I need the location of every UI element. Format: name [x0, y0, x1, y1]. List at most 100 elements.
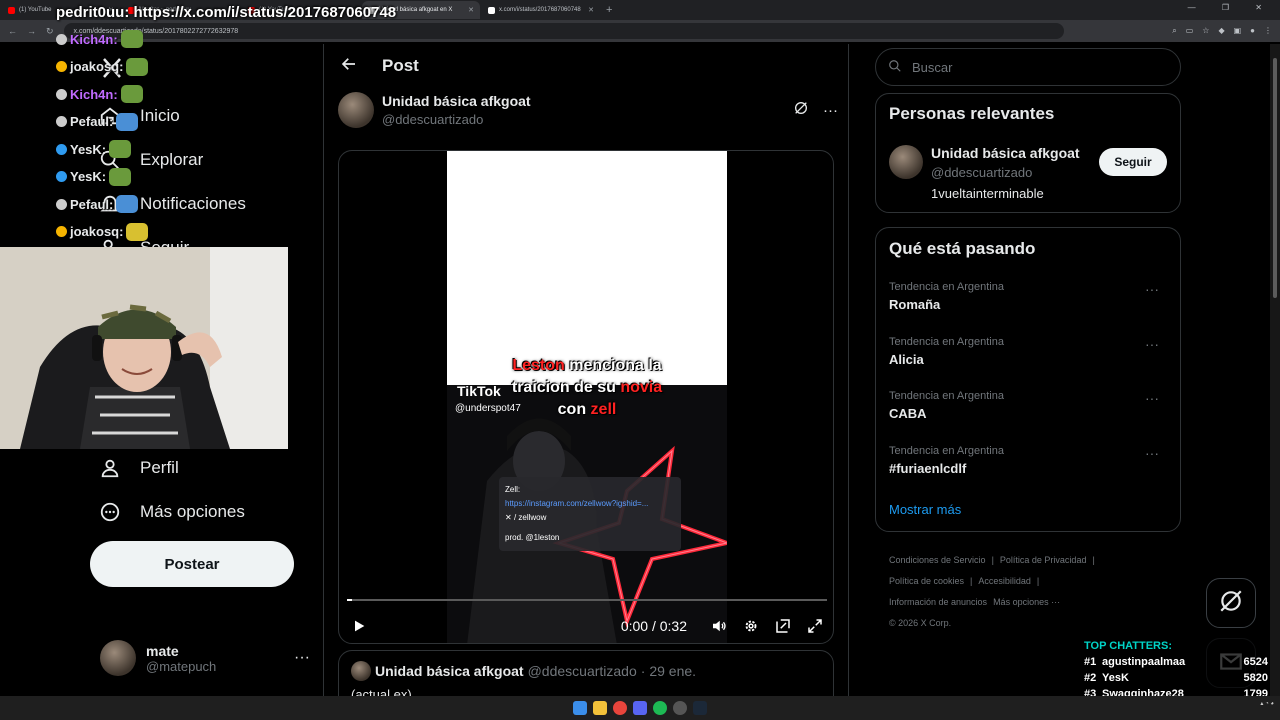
new-tab-button[interactable]: + [606, 4, 612, 16]
reload-icon[interactable]: ↻ [46, 26, 54, 37]
author-avatar[interactable] [338, 92, 374, 128]
x-small-icon: ✕ [505, 513, 514, 522]
column-divider-left [323, 44, 324, 696]
settings-gear-icon[interactable] [739, 614, 763, 638]
tray-icons[interactable]: ▴ ◔ ◕ [1260, 700, 1274, 708]
chat-badge-icon [56, 226, 67, 237]
chat-emote-icon [120, 85, 143, 103]
nav-item-perfil[interactable]: Perfil [98, 456, 179, 480]
video-controls: 0:00 / 0:32 [347, 613, 827, 639]
chat-message: Kich4n: [56, 30, 143, 48]
footer-more-link[interactable]: Más opciones ··· [993, 597, 1060, 607]
chat-badge-icon [56, 88, 67, 100]
page-scrollbar[interactable] [1270, 44, 1280, 696]
chat-badge-icon [56, 61, 67, 72]
trend-item[interactable]: Tendencia en Argentina Romaña ··· [889, 281, 1167, 331]
grok-icon [1218, 588, 1244, 619]
grok-button[interactable] [1206, 578, 1256, 628]
chat-emote-icon [120, 30, 143, 48]
trend-item[interactable]: Tendencia en Argentina CABA ··· [889, 390, 1167, 440]
quote-avatar [351, 661, 371, 681]
show-more-link[interactable]: Mostrar más [889, 502, 961, 517]
post-button[interactable]: Postear [90, 541, 294, 587]
window-controls[interactable]: — ❐ ✕ [1188, 3, 1274, 12]
menu-icon[interactable]: ⋮ [1264, 26, 1272, 36]
zoom-icon[interactable]: ⌕ [1172, 26, 1176, 36]
trend-more-icon[interactable]: ··· [1145, 390, 1159, 406]
discord-icon[interactable] [633, 701, 647, 715]
chat-emote-icon [116, 112, 139, 131]
volume-icon[interactable] [707, 614, 731, 638]
privacy-link[interactable]: Política de Privacidad [1000, 555, 1087, 565]
video-white-panel [447, 151, 727, 385]
chat-emote-icon [109, 140, 132, 158]
post-more-icon[interactable]: ··· [823, 102, 838, 119]
steam-icon[interactable] [693, 701, 707, 715]
trend-more-icon[interactable]: ··· [1145, 336, 1159, 352]
follow-button[interactable]: Seguir [1099, 148, 1167, 176]
page-title: Post [382, 56, 419, 75]
screen: (1) YouTube ✕ Monitor ~ pedrit0uu ✕ (1) Yo… [0, 0, 1280, 720]
picture-in-picture-icon[interactable] [771, 614, 795, 638]
chat-message: joakosq: [56, 222, 149, 241]
video-player[interactable]: Leston menciona la traicion de su novia … [338, 150, 834, 644]
webcam-feed [0, 247, 288, 449]
account-switcher[interactable]: mate @matepuch ··· [100, 638, 310, 678]
back-arrow-icon[interactable] [340, 55, 358, 78]
trend-more-icon[interactable]: ··· [1145, 445, 1159, 461]
chat-badge-icon [56, 116, 67, 127]
close-icon[interactable]: ✕ [468, 6, 474, 14]
address-bar[interactable]: x.com/ddescuartizado/status/201780227277… [63, 23, 1064, 39]
search-input[interactable]: Buscar [875, 48, 1181, 86]
chat-message: Kich4n: [56, 85, 143, 103]
video-progress-bar[interactable] [347, 599, 827, 601]
file-explorer-icon[interactable] [593, 701, 607, 715]
star-icon[interactable]: ☆ [1202, 26, 1209, 36]
chrome-icon[interactable] [613, 701, 627, 715]
footer-links: Condiciones de Servicio | Política de Priv… [889, 555, 1095, 628]
account-more-icon[interactable]: ··· [294, 649, 310, 667]
account-name: mate [146, 642, 179, 659]
chat-emote-icon [126, 222, 149, 241]
cookies-link[interactable]: Política de cookies [889, 576, 964, 586]
obs-icon[interactable] [673, 701, 687, 715]
spotify-icon[interactable] [653, 701, 667, 715]
extension-icon[interactable]: ◆ [1218, 26, 1224, 36]
column-divider-right [848, 44, 849, 696]
browser-tab-5[interactable]: x.com/i/status/2017687060748 ✕ [482, 1, 600, 19]
more-icon [98, 500, 122, 524]
profile-avatar-icon[interactable]: ● [1250, 26, 1255, 36]
terms-link[interactable]: Condiciones de Servicio [889, 555, 986, 565]
trend-item[interactable]: Tendencia en Argentina Alicia ··· [889, 336, 1167, 386]
scrollbar-thumb[interactable] [1273, 58, 1277, 298]
close-icon[interactable]: ✕ [588, 6, 594, 14]
relevant-person-avatar [889, 145, 923, 179]
author-handle[interactable]: @ddescuartizado [382, 112, 531, 127]
avatar [100, 640, 136, 676]
top-chatter-row: #2 YesK 5820 [1084, 672, 1268, 684]
streamer-image [0, 247, 288, 449]
top-chatter-row: #1 agustinpaalmaa 6524 [1084, 656, 1268, 668]
trend-item[interactable]: Tendencia en Argentina #furiaenlcdlf ··· [889, 445, 1167, 495]
chat-emote-icon [109, 167, 132, 186]
windows-start-icon[interactable] [573, 701, 587, 715]
trend-more-icon[interactable]: ··· [1145, 281, 1159, 297]
play-icon[interactable] [347, 614, 371, 638]
search-placeholder: Buscar [912, 59, 953, 75]
ads-info-link[interactable]: Información de anuncios [889, 597, 987, 607]
grok-icon[interactable] [793, 100, 809, 121]
cast-icon[interactable]: ▭ [1186, 26, 1194, 36]
back-arrow-icon[interactable]: ← [8, 26, 17, 36]
chat-badge-icon [56, 171, 67, 182]
os-taskbar: ▴ ◔ ◕ [0, 696, 1280, 720]
forward-arrow-icon[interactable]: → [27, 26, 36, 36]
stream-url-overlay: pedrit0uu: https://x.com/i/status/201768… [56, 4, 397, 21]
tiktok-handle: @underspot47 [455, 403, 521, 414]
author-name[interactable]: Unidad básica afkgoat [382, 93, 531, 109]
fullscreen-icon[interactable] [803, 614, 827, 638]
x-logo-icon [488, 6, 495, 14]
chat-emote-icon [126, 57, 149, 76]
puzzle-icon[interactable]: ▣ [1234, 26, 1242, 36]
accessibility-link[interactable]: Accesibilidad [978, 576, 1031, 586]
nav-item-mas-opciones[interactable]: Más opciones [98, 500, 245, 524]
